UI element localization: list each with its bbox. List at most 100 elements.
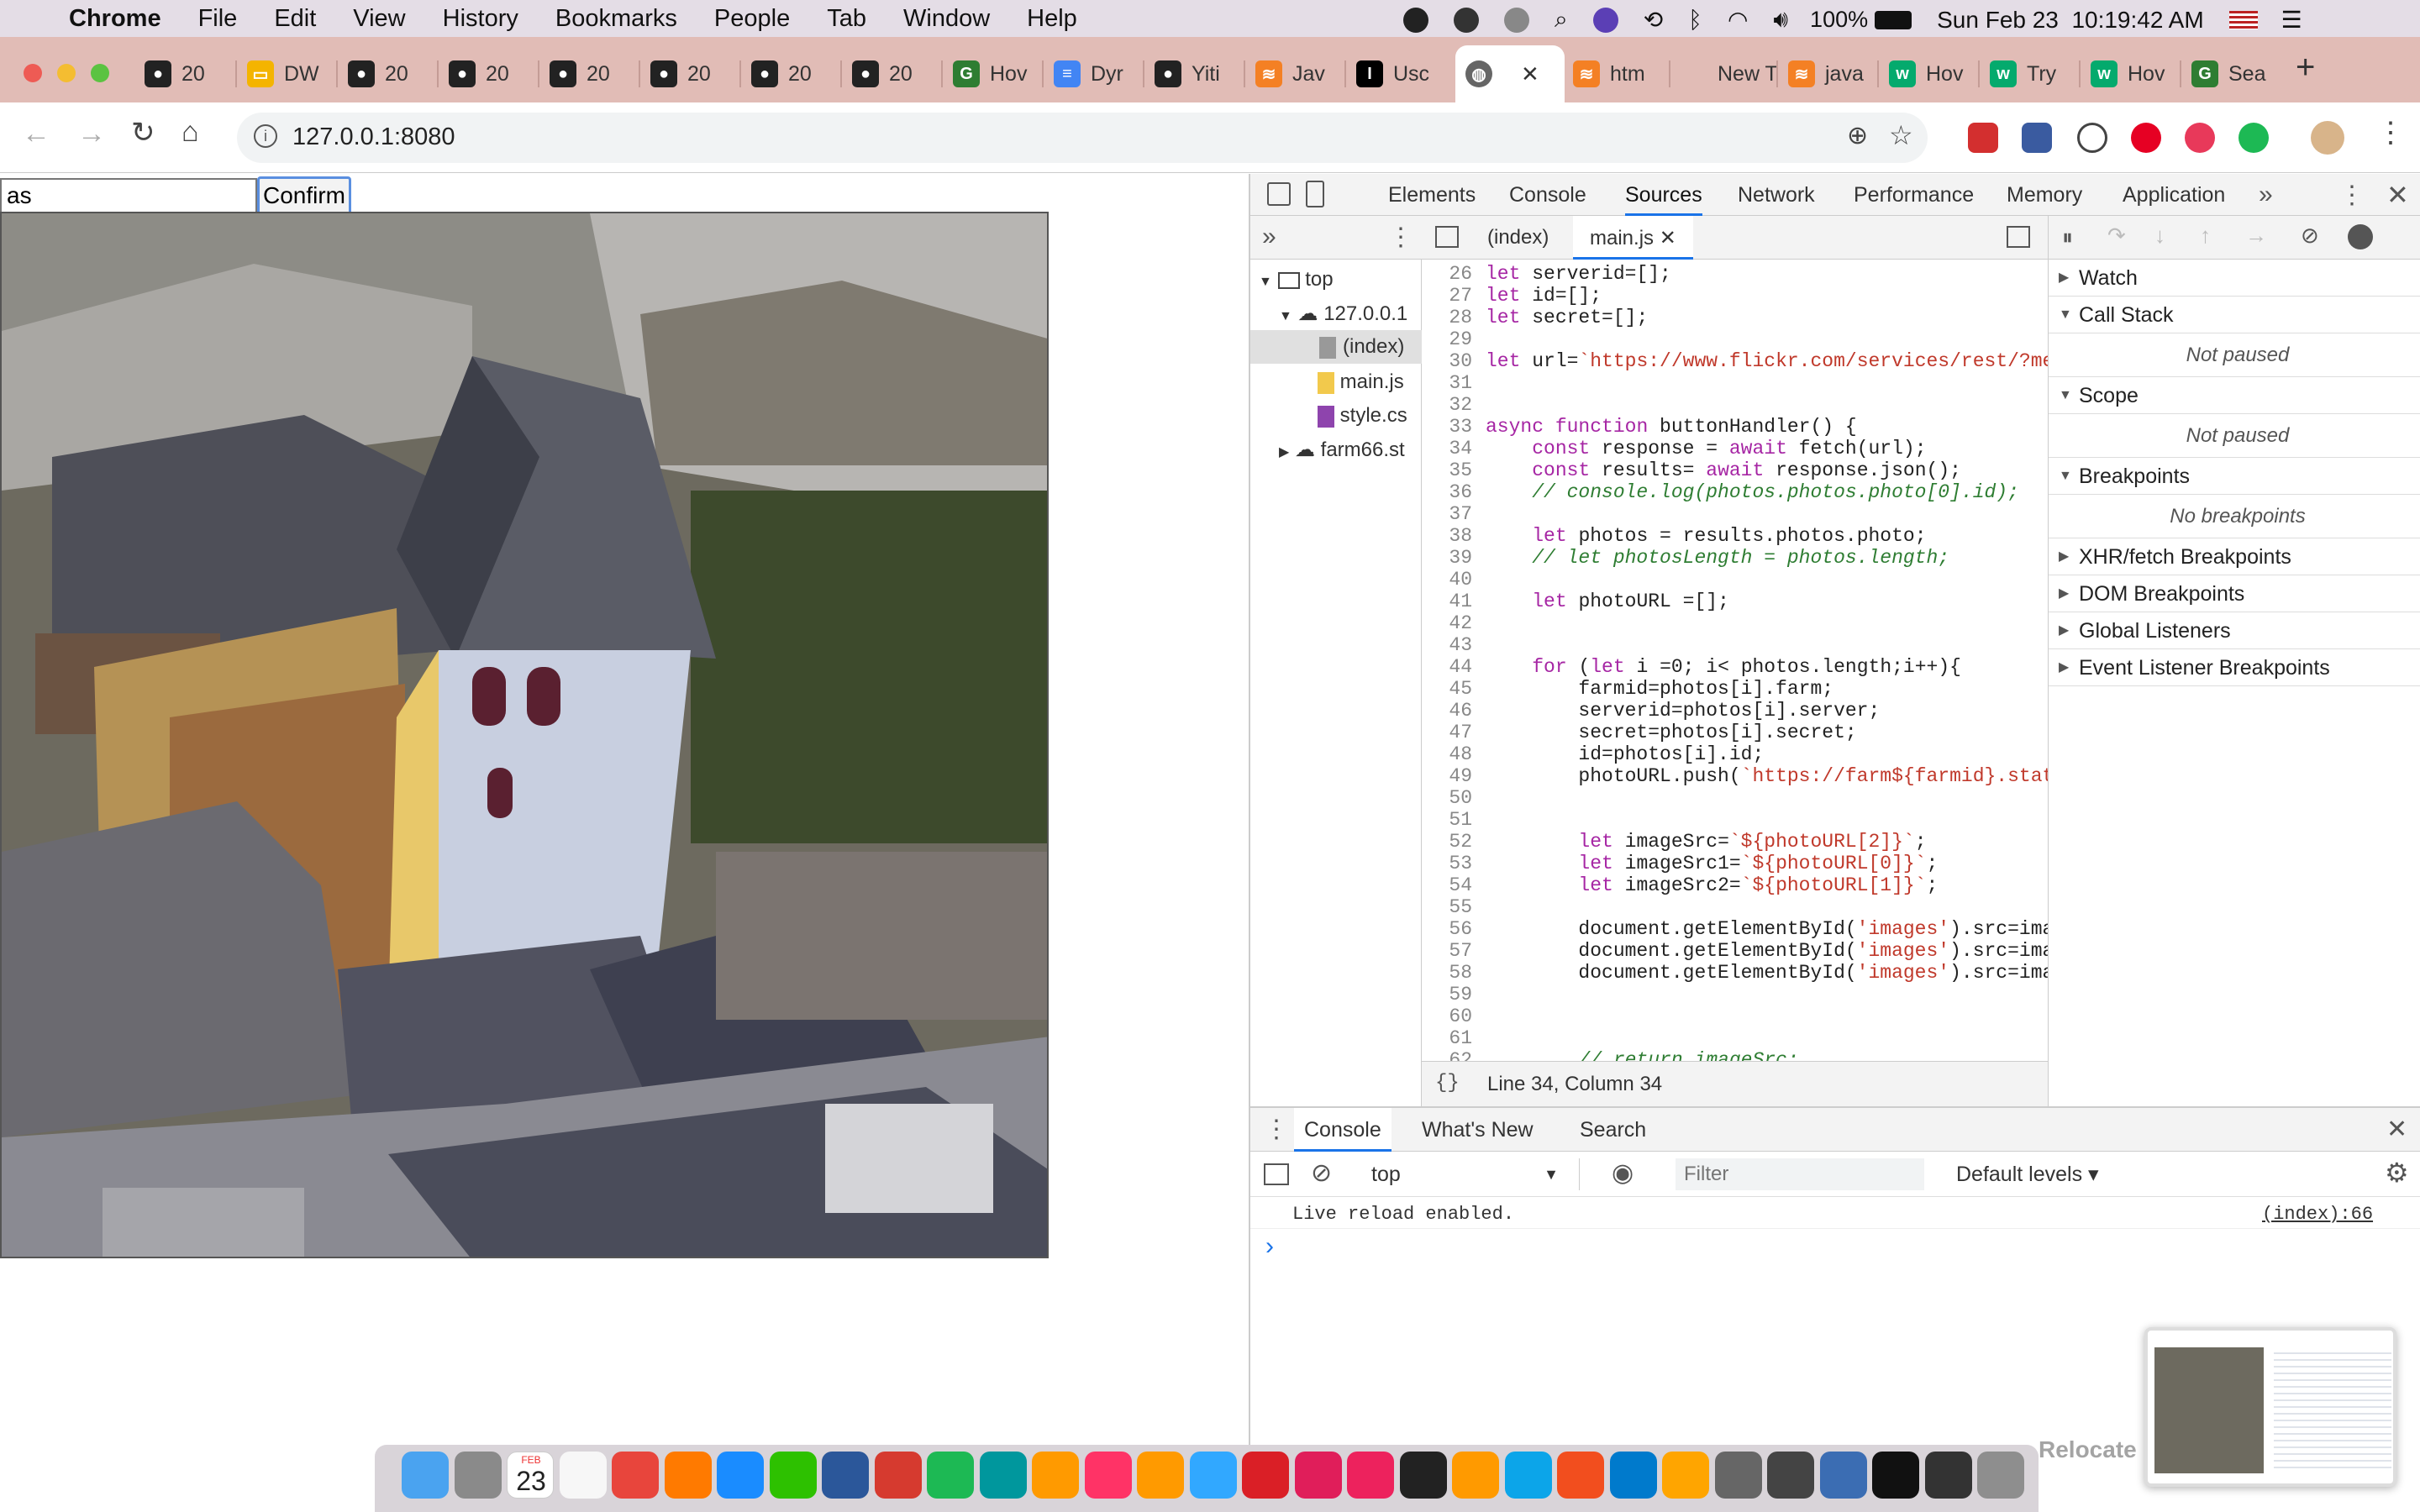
code-line[interactable]: 46 serverid=photos[i].server;	[1422, 700, 2048, 722]
extension-green-icon[interactable]	[2238, 123, 2269, 153]
breakpoints-section[interactable]: ▼ Breakpoints	[2049, 458, 2420, 495]
editor-tab-index[interactable]: (index)	[1487, 226, 1549, 249]
code-line[interactable]: 29	[1422, 328, 2048, 350]
sourcetree-icon[interactable]	[1504, 1452, 1552, 1499]
line-number[interactable]: 27	[1422, 285, 1472, 307]
notification-center-icon[interactable]: ☰	[2281, 6, 2302, 34]
devtools-tab-performance[interactable]: Performance	[1854, 174, 1974, 216]
new-tab-button[interactable]: +	[2296, 49, 2315, 87]
browser-tab[interactable]: ◍ ✕	[1455, 45, 1565, 102]
notes-icon[interactable]	[559, 1452, 607, 1499]
step-icon[interactable]: →	[2245, 223, 2267, 249]
code-line[interactable]: 37	[1422, 503, 2048, 525]
line-number[interactable]: 28	[1422, 307, 1472, 328]
log-source-link[interactable]: (index):66	[2262, 1204, 2373, 1225]
code-line[interactable]: 45 farmid=photos[i].farm;	[1422, 678, 2048, 700]
volume-icon[interactable]: 🔊︎	[1773, 6, 1788, 34]
code-line[interactable]: 50	[1422, 787, 2048, 809]
code-editor[interactable]: 26 let serverid=[]; 27 let id=[]; 28 let secr…	[1422, 260, 2048, 1061]
code-line[interactable]: 56 document.getElementById('images').src…	[1422, 918, 2048, 940]
code-line[interactable]: 34 const response = await fetch(url);	[1422, 438, 2048, 459]
line-number[interactable]: 60	[1422, 1005, 1472, 1027]
flag-icon[interactable]	[2228, 10, 2258, 29]
line-number[interactable]: 36	[1422, 481, 1472, 503]
code-line[interactable]: 32	[1422, 394, 2048, 416]
wechat-icon[interactable]	[769, 1452, 817, 1499]
status-creative-cloud-icon[interactable]	[1454, 7, 1479, 33]
code-text[interactable]: const results= await response.json();	[1486, 459, 1961, 481]
drawer-tab-console[interactable]: Console	[1294, 1108, 1392, 1152]
toggle-debugger-icon[interactable]	[2007, 226, 2030, 248]
code-line[interactable]: 57 document.getElementById('images').src…	[1422, 940, 2048, 962]
code-line[interactable]: 62 // return imageSrc;	[1422, 1049, 2048, 1061]
line-number[interactable]: 55	[1422, 896, 1472, 918]
code-line[interactable]: 31	[1422, 372, 2048, 394]
more-navigator-icon[interactable]: »	[1262, 223, 1276, 251]
spotify-icon[interactable]	[927, 1452, 974, 1499]
reload-icon[interactable]: ↻	[131, 116, 155, 150]
code-line[interactable]: 30 let url=`https://www.flickr.com/servic…	[1422, 350, 2048, 372]
devtools-tab-application[interactable]: Application	[2123, 174, 2225, 216]
code-line[interactable]: 44 for (let i =0; i< photos.length;i++){	[1422, 656, 2048, 678]
step-over-icon[interactable]: ↷	[2107, 223, 2126, 249]
tree-style[interactable]: style.cs	[1318, 404, 1407, 428]
omnibox[interactable]: i 127.0.0.1:8080 ⊕ ☆	[237, 113, 1928, 163]
tree-index[interactable]: (index)	[1250, 330, 1422, 364]
menu-history[interactable]: History	[443, 5, 518, 33]
battery-percent[interactable]: 100%	[1810, 7, 1868, 33]
status-chat-icon[interactable]	[1403, 7, 1428, 33]
line-number[interactable]: 46	[1422, 700, 1472, 722]
line-number[interactable]: 30	[1422, 350, 1472, 372]
line-number[interactable]: 49	[1422, 765, 1472, 787]
browser-tab[interactable]: w Hov	[2081, 45, 2180, 102]
browser-tab[interactable]: ● 20	[134, 45, 234, 102]
sublime-icon[interactable]	[1032, 1452, 1079, 1499]
code-text[interactable]: serverid=photos[i].server;	[1486, 700, 1880, 722]
step-out-icon[interactable]: ↑	[2200, 223, 2211, 249]
code-text[interactable]: for (let i =0; i< photos.length;i++){	[1486, 656, 1961, 678]
xhr-breakpoints-section[interactable]: ▶ XHR/fetch Breakpoints	[2049, 538, 2420, 575]
line-number[interactable]: 33	[1422, 416, 1472, 438]
line-number[interactable]: 38	[1422, 525, 1472, 547]
code-text[interactable]: let photoURL =[];	[1486, 591, 1729, 612]
browser-tab[interactable]: ≡ Dyr	[1044, 45, 1143, 102]
drawer-tab-search[interactable]: Search	[1580, 1118, 1646, 1142]
screenshot-thumbnail[interactable]	[2144, 1327, 2396, 1487]
unity-icon[interactable]	[1714, 1452, 1762, 1499]
more-tabs-icon[interactable]: »	[2259, 181, 2273, 209]
code-text[interactable]: id=photos[i].id;	[1486, 743, 1764, 765]
line-number[interactable]: 29	[1422, 328, 1472, 350]
home-icon[interactable]: ⌂	[182, 116, 199, 149]
siri-icon[interactable]	[1592, 7, 1618, 33]
code-text[interactable]: secret=photos[i].secret;	[1486, 722, 1856, 743]
battery-icon[interactable]	[1875, 10, 1912, 29]
deactivate-breakpoints-icon[interactable]: ⊘	[2301, 223, 2319, 249]
scope-section[interactable]: ▼ Scope	[2049, 377, 2420, 414]
navigator-menu-icon[interactable]: ⋮	[1388, 223, 1413, 252]
url-text[interactable]: 127.0.0.1:8080	[292, 123, 455, 151]
line-number[interactable]: 50	[1422, 787, 1472, 809]
system-preferences-icon[interactable]	[1767, 1452, 1814, 1499]
preview-icon[interactable]	[1819, 1452, 1867, 1499]
arduino-icon[interactable]	[979, 1452, 1027, 1499]
watch-section[interactable]: ▶ Watch	[2049, 260, 2420, 297]
pinterest-icon[interactable]	[2131, 123, 2161, 153]
info-icon[interactable]: i	[254, 124, 277, 148]
line-number[interactable]: 39	[1422, 547, 1472, 569]
live-expression-icon[interactable]: ◉	[1612, 1158, 1634, 1188]
creative-cloud-icon[interactable]	[1242, 1452, 1289, 1499]
browser-tab[interactable]: New Tab	[1670, 45, 1776, 102]
zoom-icon[interactable]: ⊕	[1847, 121, 1868, 150]
safari-icon[interactable]	[717, 1452, 764, 1499]
browser-tab[interactable]: w Try	[1980, 45, 2079, 102]
devtools-tab-sources[interactable]: Sources	[1625, 174, 1702, 216]
event-listener-breakpoints-section[interactable]: ▶ Event Listener Breakpoints	[2049, 649, 2420, 686]
browser-tab[interactable]: ● 20	[439, 45, 538, 102]
livereload-icon[interactable]	[1662, 1452, 1709, 1499]
figma-icon[interactable]	[1557, 1452, 1604, 1499]
drawer-menu-icon[interactable]: ⋮	[1264, 1115, 1289, 1144]
tree-mainjs[interactable]: main.js	[1318, 370, 1404, 394]
code-line[interactable]: 39 // let photosLength = photos.length;	[1422, 547, 2048, 569]
code-line[interactable]: 28 let secret=[];	[1422, 307, 2048, 328]
pretty-print-icon[interactable]: {}	[1435, 1072, 1460, 1095]
